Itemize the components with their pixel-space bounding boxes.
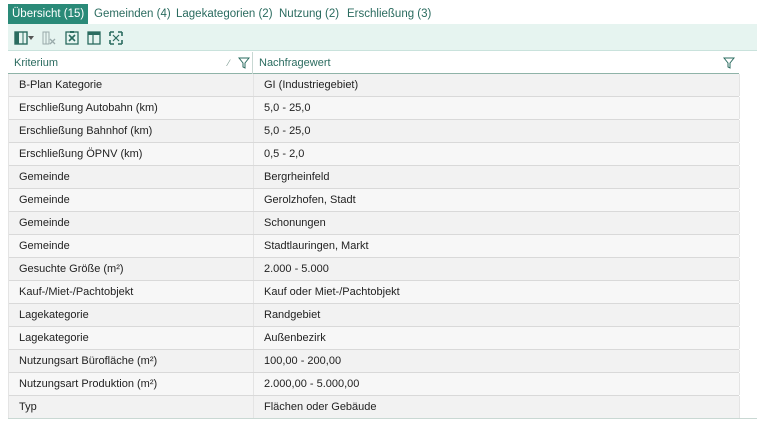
cell-kriterium: Gesuchte Größe (m²) [9,258,254,280]
table-row[interactable]: Lagekategorie Außenbezirk [9,327,740,350]
cell-kriterium: Erschließung Autobahn (km) [9,97,254,119]
table-row[interactable]: Gemeinde Bergrheinfeld [9,166,740,189]
table-row[interactable]: Nutzungsart Produktion (m²) 2.000,00 - 5.… [9,373,740,396]
cell-kriterium: Nutzungsart Produktion (m²) [9,373,254,395]
cell-nachfragewert: Außenbezirk [254,327,740,349]
cell-kriterium: Gemeinde [9,166,254,188]
table-row[interactable]: Erschließung Autobahn (km) 5,0 - 25,0 [9,97,740,120]
column-header-label: Kriterium [14,57,59,69]
cell-nachfragewert: 2.000 - 5.000 [254,258,740,280]
filter-icon[interactable] [723,57,735,69]
clear-filter-icon[interactable] [40,29,58,46]
grid-toolbar [8,24,757,51]
cell-kriterium: Gemeinde [9,212,254,234]
table-row[interactable]: Nutzungsart Bürofläche (m²) 100,00 - 200,… [9,350,740,373]
cell-kriterium: Gemeinde [9,235,254,257]
table-row[interactable]: Kauf-/Miet-/Pachtobjekt Kauf oder Miet-/P… [9,281,740,304]
table-row[interactable]: Gemeinde Stadtlauringen, Markt [9,235,740,258]
cell-nachfragewert: Flächen oder Gebäude [254,396,740,418]
cell-nachfragewert: Kauf oder Miet-/Pachtobjekt [254,281,740,303]
table-layout-icon[interactable] [85,29,103,46]
grid-header: Kriterium ⁄ Nachfragewert [8,52,739,74]
tab-gemeinden[interactable]: Gemeinden (4) [90,4,175,24]
table-row[interactable]: Typ Flächen oder Gebäude [9,396,740,419]
cell-nachfragewert: Stadtlauringen, Markt [254,235,740,257]
cell-kriterium: Lagekategorie [9,327,254,349]
filter-icon[interactable] [238,57,250,69]
dropdown-arrow-icon[interactable] [27,29,35,46]
cell-kriterium: Nutzungsart Bürofläche (m²) [9,350,254,372]
tab-bar: Übersicht (15) Gemeinden (4) Lagekategor… [0,0,757,25]
cell-nachfragewert: 100,00 - 200,00 [254,350,740,372]
cell-kriterium: Erschließung Bahnhof (km) [9,120,254,142]
data-grid: Kriterium ⁄ Nachfragewert B-Plan Kategor… [8,52,740,419]
cell-nachfragewert: 5,0 - 25,0 [254,120,740,142]
cell-kriterium: Erschließung ÖPNV (km) [9,143,254,165]
column-header-label: Nachfragewert [259,57,331,69]
sort-indicator-icon: ⁄ [228,58,230,68]
cell-nachfragewert: Gerolzhofen, Stadt [254,189,740,211]
cell-nachfragewert: Schonungen [254,212,740,234]
table-row[interactable]: B-Plan Kategorie GI (Industriegebiet) [9,74,740,97]
export-excel-icon[interactable] [63,29,81,46]
tab-erschliessung[interactable]: Erschließung (3) [343,4,435,24]
cell-nachfragewert: Randgebiet [254,304,740,326]
tab-nutzung[interactable]: Nutzung (2) [275,4,343,24]
table-row[interactable]: Erschließung ÖPNV (km) 0,5 - 2,0 [9,143,740,166]
grid-body: B-Plan Kategorie GI (Industriegebiet) Ersc… [8,74,740,419]
cell-kriterium: B-Plan Kategorie [9,74,254,96]
column-header-kriterium[interactable]: Kriterium ⁄ [8,52,253,74]
cell-kriterium: Typ [9,396,254,418]
cell-kriterium: Kauf-/Miet-/Pachtobjekt [9,281,254,303]
cell-kriterium: Lagekategorie [9,304,254,326]
cell-nachfragewert: Bergrheinfeld [254,166,740,188]
cell-kriterium: Gemeinde [9,189,254,211]
column-header-nachfragewert[interactable]: Nachfragewert [253,52,739,74]
tab-uebersicht[interactable]: Übersicht (15) [8,4,89,24]
table-row[interactable]: Lagekategorie Randgebiet [9,304,740,327]
cell-nachfragewert: 0,5 - 2,0 [254,143,740,165]
cell-nachfragewert: GI (Industriegebiet) [254,74,740,96]
cell-nachfragewert: 5,0 - 25,0 [254,97,740,119]
fit-columns-icon[interactable] [107,29,125,46]
table-row[interactable]: Gemeinde Gerolzhofen, Stadt [9,189,740,212]
table-row[interactable]: Erschließung Bahnhof (km) 5,0 - 25,0 [9,120,740,143]
tab-lagekategorien[interactable]: Lagekategorien (2) [172,4,277,24]
table-row[interactable]: Gemeinde Schonungen [9,212,740,235]
cell-nachfragewert: 2.000,00 - 5.000,00 [254,373,740,395]
grid-bottom-border [8,418,757,419]
table-row[interactable]: Gesuchte Größe (m²) 2.000 - 5.000 [9,258,740,281]
